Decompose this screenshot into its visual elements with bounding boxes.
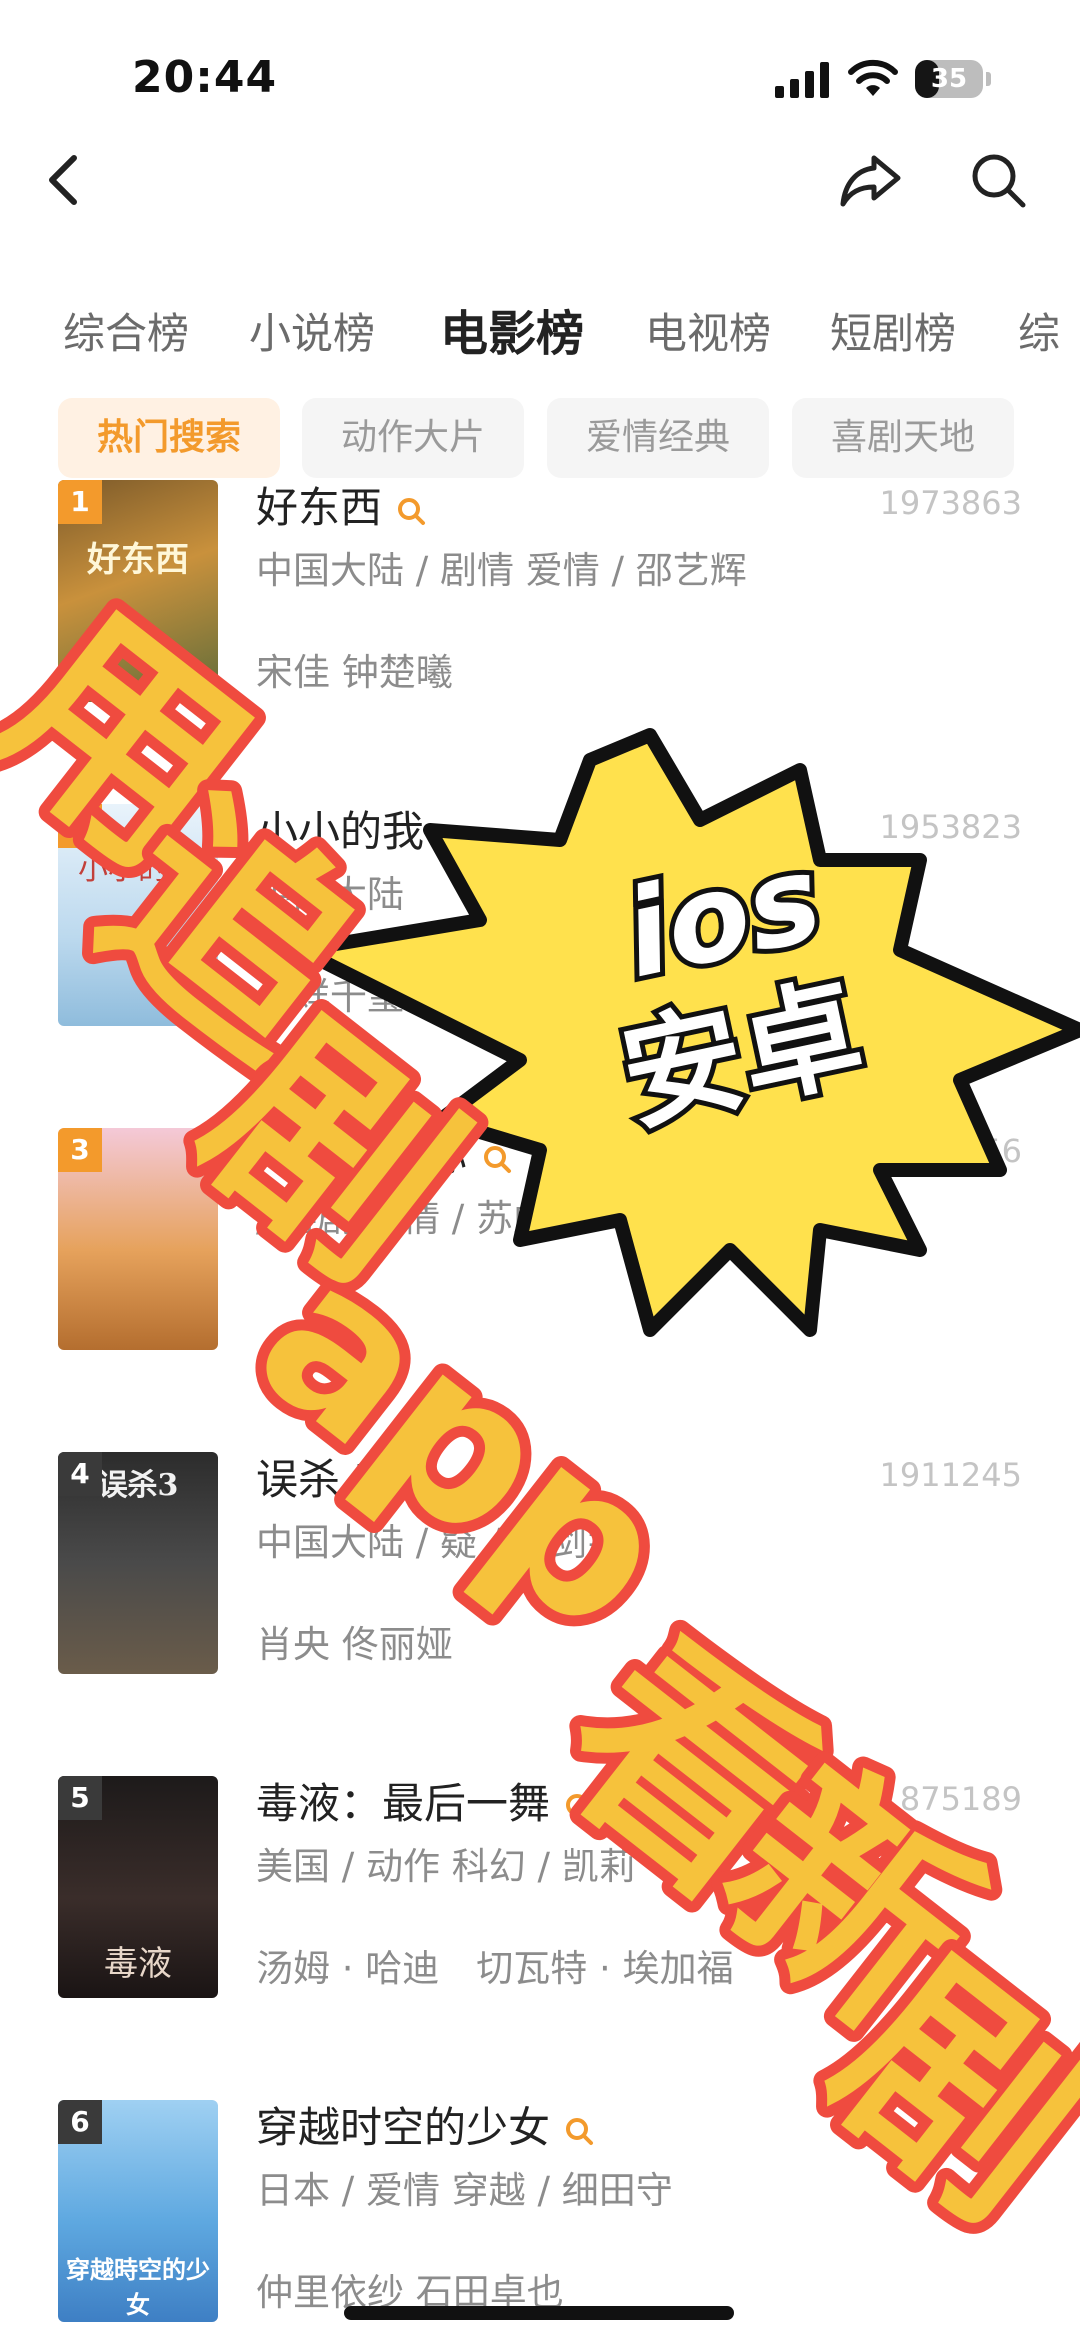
movie-title-text: 小小的我 [256,807,425,856]
tab-tv[interactable]: 电视榜 [645,300,771,361]
poster-title: 好东西 [87,540,189,580]
rank-badge: 5 [58,1776,102,1820]
movie-cast: 易烊千玺 [256,975,404,1018]
chip-hot-search[interactable]: 热门搜索 [58,398,280,478]
poster-image: 误杀3 4 [58,1452,218,1674]
chip-romance[interactable]: 爱情经典 [547,398,769,478]
movie-meta: 中国大陆 [256,873,404,916]
poster-image: 毒液 5 [58,1776,218,1998]
rank-badge: 3 [58,1128,102,1172]
search-count: 556 [960,1132,1022,1170]
movie-title: 好东西 [256,480,426,535]
tab-variety[interactable]: 综 [1018,300,1060,361]
movie-meta: / 喜剧 爱情 / 苏彪 [256,1197,550,1240]
search-count: 1953823 [879,808,1022,846]
nav-bar [0,150,1080,270]
poster-image: 穿越時空的少女 6 [58,2100,218,2322]
movie-title: “骗”喜欢你 [256,1122,512,1183]
list-item[interactable]: 穿越時空的少女 6 穿越时空的少女 4594 日本 / 爱情 穿越 / 细田守 … [0,2080,1080,2341]
search-icon[interactable] [482,1144,512,1174]
home-indicator[interactable] [344,2306,734,2320]
movie-title-text: 误杀 3 [256,1455,381,1504]
list-item[interactable]: 好东西 1 好东西 1973863 中国大陆 / 剧情 爱情 / 邵艺辉 宋佳 … [0,480,1080,784]
poster-title: 小小的我 [78,852,198,887]
rank-badge: 1 [58,480,102,524]
poster-image: 小小的我 2 [58,804,218,1026]
movie-ranking-list: 好东西 1 好东西 1973863 中国大陆 / 剧情 爱情 / 邵艺辉 宋佳 … [0,480,1080,2341]
search-icon[interactable] [564,2116,594,2146]
movie-title: 小小的我 [256,798,424,859]
chip-comedy[interactable]: 喜剧天地 [792,398,1014,478]
chip-action[interactable]: 动作大片 [302,398,524,478]
movie-meta: 中国大陆 / 疑 / 甘剑宇 [256,1521,624,1564]
list-item[interactable]: 3 “骗”喜欢你 556 / 喜剧 爱情 / 苏彪 [0,1108,1080,1432]
search-count: 4594 [940,2104,1022,2142]
status-time: 20:44 [132,52,278,103]
rank-badge: 4 [58,1452,102,1496]
movie-title-text: “骗”喜欢你 [256,1131,468,1180]
search-icon[interactable] [968,150,1028,210]
movie-title: 穿越时空的少女 [256,2094,594,2155]
list-item[interactable]: 小小的我 2 小小的我 1953823 中国大陆 易烊千玺 [0,784,1080,1108]
list-item[interactable]: 毒液 5 毒液：最后一舞 1875189 美国 / 动作 科幻 / 凯莉 汤姆 … [0,1756,1080,2080]
movie-meta: 美国 / 动作 科幻 / 凯莉 [256,1845,636,1888]
movie-title-text: 穿越时空的少女 [256,2103,551,2152]
search-count: 1911245 [879,1456,1022,1494]
movie-title-text: 毒液：最后一舞 [256,1779,551,1828]
rank-badge: 6 [58,2100,102,2144]
filter-chips: 热门搜索 动作大片 爱情经典 喜剧天地 [0,398,1080,480]
share-icon[interactable] [838,150,904,210]
movie-title-text: 好东西 [256,483,383,532]
search-count: 1875189 [879,1780,1022,1818]
status-bar: 20:44 35 [0,0,1080,150]
movie-title: 误杀 3 [256,1446,380,1507]
wifi-icon [848,59,898,96]
poster-image: 3 [58,1128,218,1350]
ranking-tabs: 综合榜 小说榜 电影榜 电视榜 短剧榜 综 [0,290,1080,370]
poster-image: 好东西 1 [58,480,218,702]
movie-title: 毒液：最后一舞 [256,1770,594,1831]
movie-cast: 汤姆 · 哈迪 切瓦特 · 埃加福 [256,1947,734,1990]
movie-meta: 中国大陆 / 剧情 爱情 / 邵艺辉 [256,549,747,592]
tab-overall[interactable]: 综合榜 [63,300,189,361]
search-icon[interactable] [396,496,426,526]
battery-percent: 35 [930,64,968,94]
search-count: 1973863 [879,484,1022,522]
poster-title: 毒液 [104,1944,172,1984]
chevron-left-icon[interactable] [44,150,84,210]
list-item[interactable]: 误杀3 4 误杀 3 1911245 中国大陆 / 疑 / 甘剑宇 肖央 佟丽娅 [0,1432,1080,1756]
search-icon[interactable] [564,1792,594,1822]
rank-badge: 2 [58,804,102,848]
poster-title: 穿越時空的少女 [66,2255,210,2319]
tab-short-drama[interactable]: 短剧榜 [830,300,956,361]
cellular-signal-icon [775,62,829,98]
tab-movie[interactable]: 电影榜 [440,294,584,364]
battery-icon: 35 [915,60,991,98]
movie-cast: 宋佳 钟楚曦 [256,651,453,694]
movie-cast: 肖央 佟丽娅 [256,1623,453,1666]
movie-meta: 日本 / 爱情 穿越 / 细田守 [256,2169,673,2212]
tab-novel[interactable]: 小说榜 [249,300,375,361]
